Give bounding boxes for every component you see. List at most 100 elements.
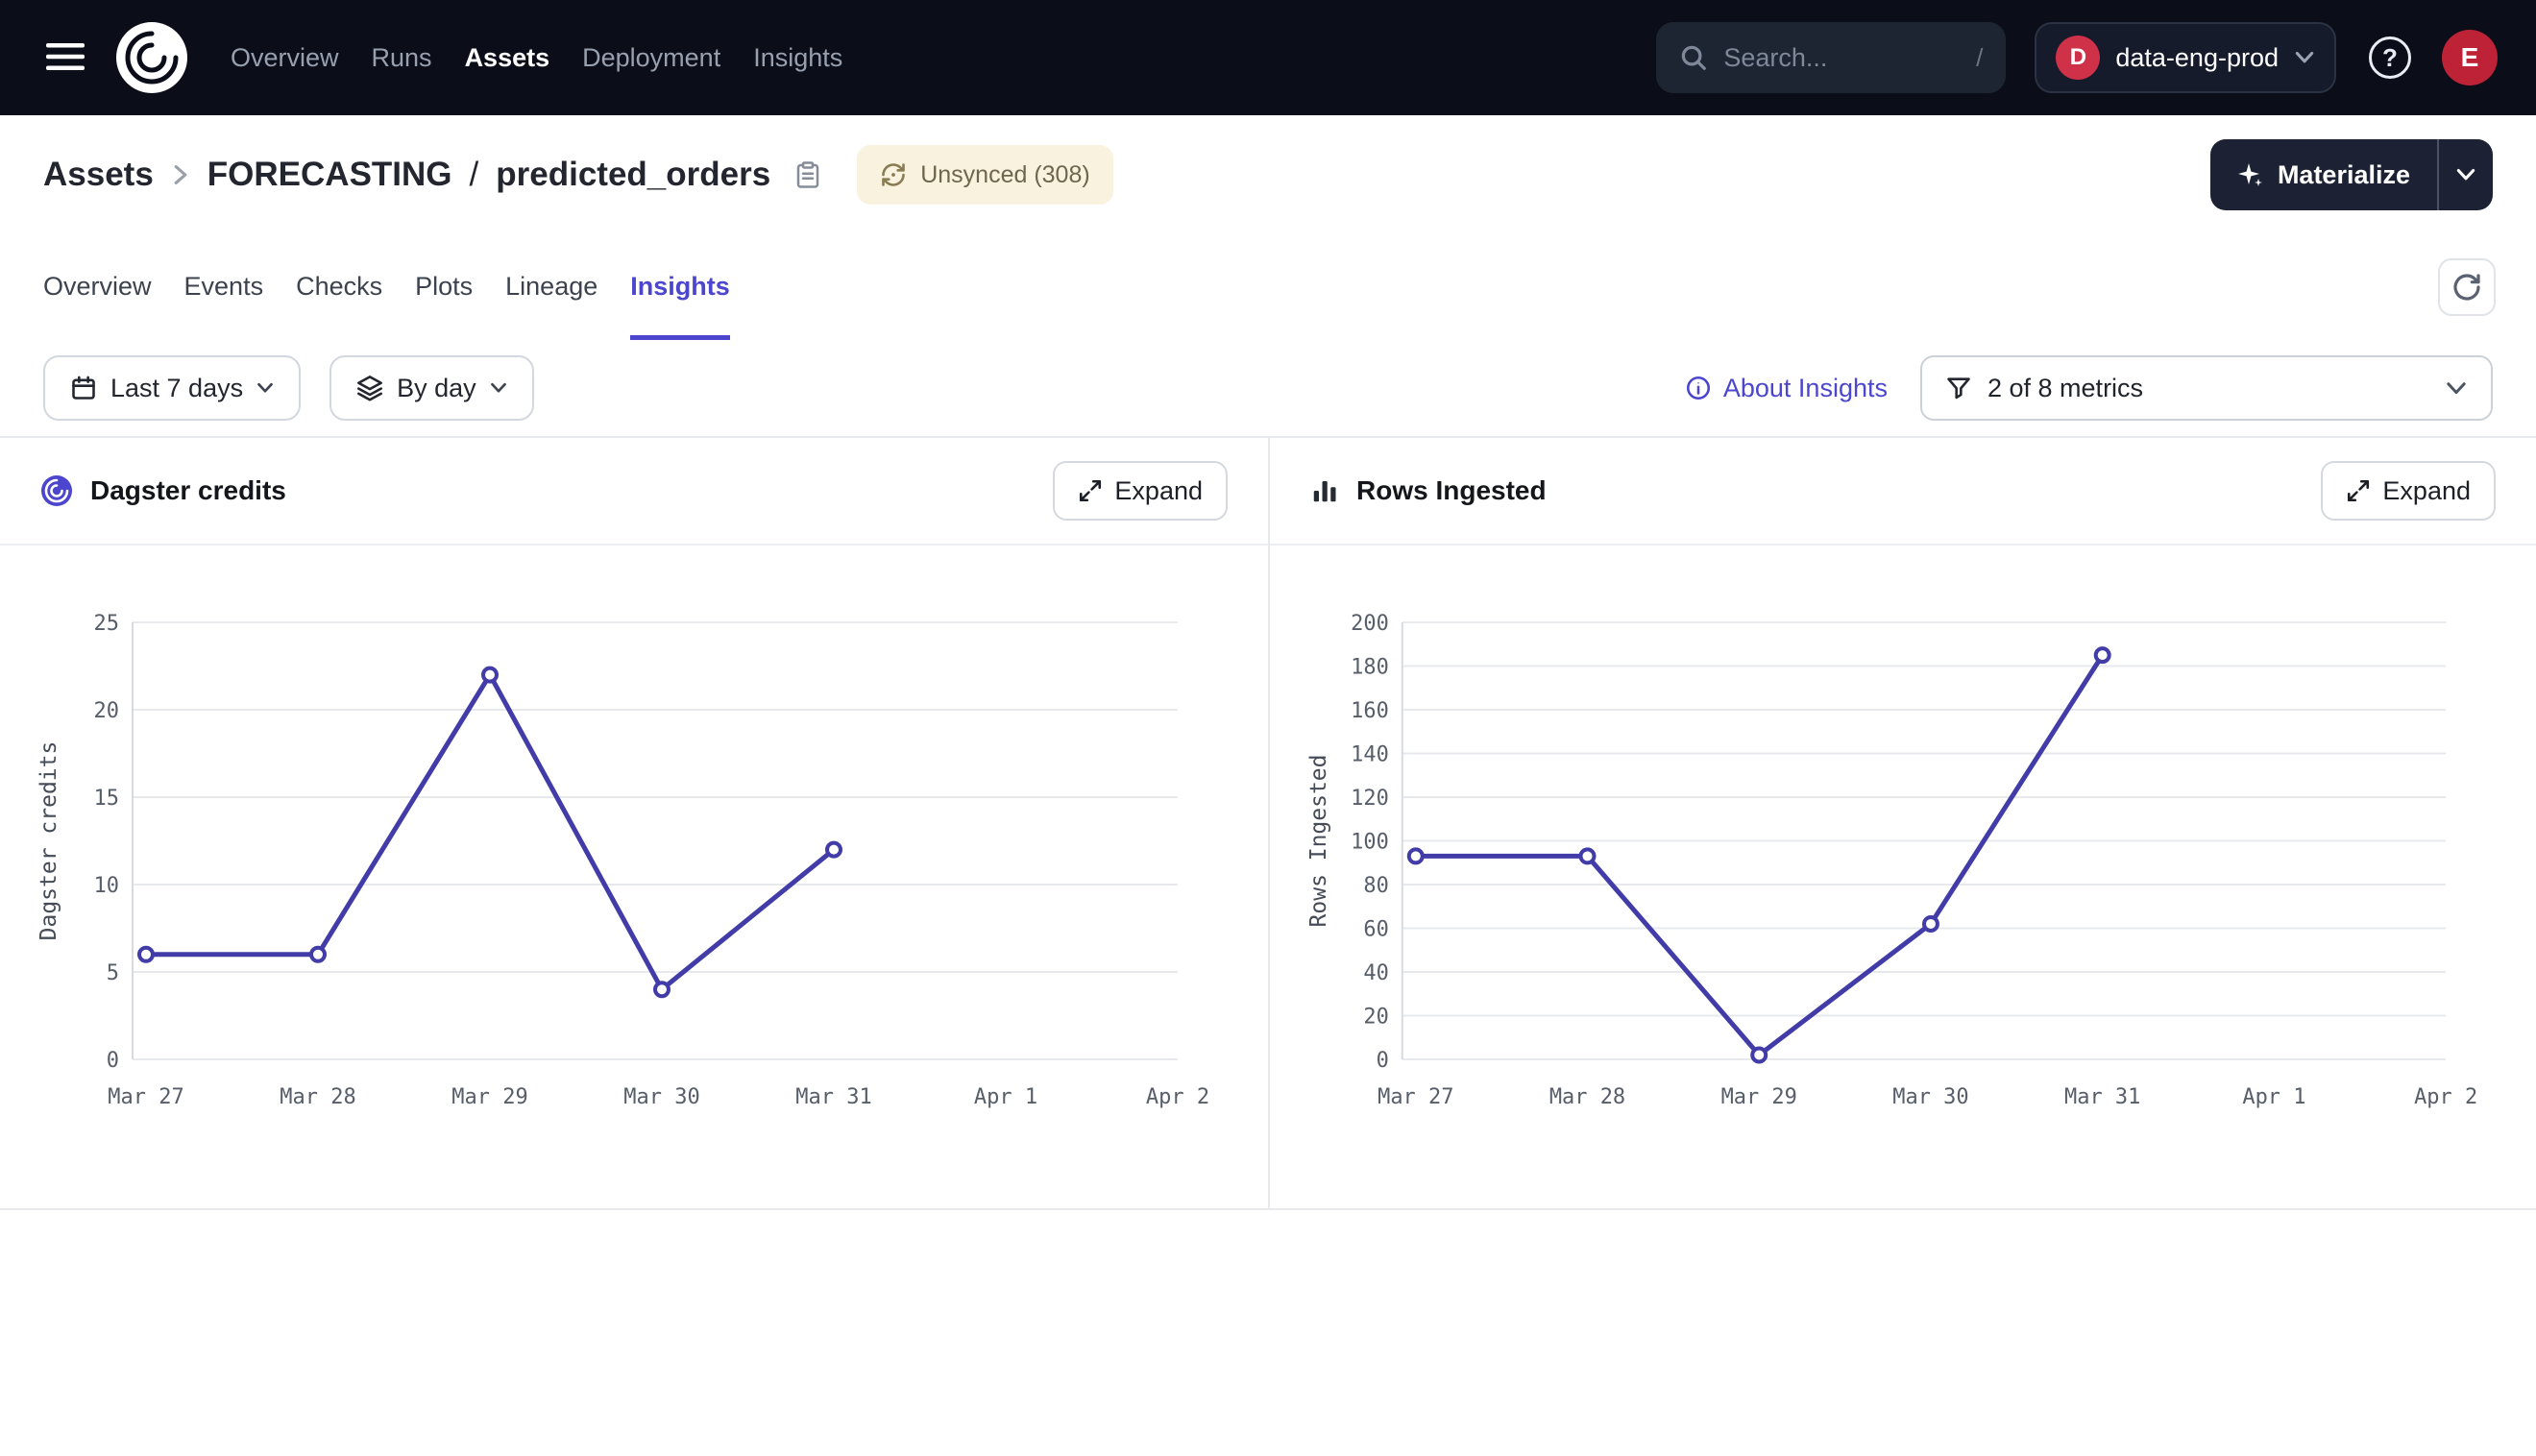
search-box[interactable]: Search... / [1656,22,2006,93]
metrics-selector[interactable]: 2 of 8 metrics [1920,355,2493,421]
about-insights-link[interactable]: About Insights [1685,374,1888,403]
svg-text:Apr 2: Apr 2 [2414,1085,2477,1109]
funnel-icon [1945,375,1972,401]
svg-text:20: 20 [1363,1005,1388,1029]
svg-text:Mar 29: Mar 29 [451,1085,527,1109]
nav-overview[interactable]: Overview [231,43,339,73]
about-insights-label: About Insights [1723,374,1888,403]
help-glyph: ? [2382,43,2398,73]
svg-text:Mar 29: Mar 29 [1721,1085,1797,1109]
svg-text:Dagster credits: Dagster credits [37,741,61,941]
svg-text:100: 100 [1351,830,1389,854]
chart-panel-header: Dagster credits Expand [0,438,1268,546]
chart-title: Dagster credits [90,475,286,506]
expand-button[interactable]: Expand [2321,461,2496,521]
breadcrumb-assets-link[interactable]: Assets [43,156,154,194]
unsynced-badge-label: Unsynced (308) [920,161,1089,189]
svg-text:Apr 1: Apr 1 [2242,1085,2305,1109]
tab-overview[interactable]: Overview [43,234,152,340]
nav-assets[interactable]: Assets [465,43,550,73]
layers-icon [356,375,383,401]
svg-text:80: 80 [1363,874,1388,898]
nav-runs[interactable]: Runs [372,43,432,73]
svg-text:10: 10 [94,874,120,898]
nav-deployment[interactable]: Deployment [582,43,720,73]
deployment-badge: D [2056,36,2100,80]
date-range-filter[interactable]: Last 7 days [43,355,301,421]
svg-text:5: 5 [107,961,119,985]
svg-text:0: 0 [107,1049,119,1073]
help-icon[interactable]: ? [2369,36,2411,79]
expand-icon [1078,478,1103,503]
refresh-icon [2451,272,2482,303]
svg-text:Apr 2: Apr 2 [1146,1085,1209,1109]
chevron-down-icon [256,382,274,394]
chevron-down-icon [2294,51,2315,64]
svg-text:20: 20 [94,699,120,723]
chart-body: 020406080100120140160180200Mar 27Mar 28M… [1270,546,2536,1208]
dagster-logo[interactable] [115,21,188,94]
svg-text:Mar 28: Mar 28 [1549,1085,1625,1109]
breadcrumb-group[interactable]: FORECASTING [207,156,452,194]
svg-text:Mar 28: Mar 28 [280,1085,355,1109]
sparkle-icon [2237,161,2264,188]
svg-text:Mar 30: Mar 30 [623,1085,699,1109]
search-icon [1679,43,1708,72]
menu-button[interactable] [38,34,92,83]
chevron-right-icon [171,163,190,186]
granularity-filter[interactable]: By day [329,355,534,421]
info-icon [1685,375,1712,401]
insights-charts-grid: Dagster credits Expand 0510152025Mar 27M… [0,436,2536,1210]
user-avatar[interactable]: E [2442,30,2498,85]
search-placeholder: Search... [1723,43,1961,73]
primary-nav: Overview Runs Assets Deployment Insights [231,43,842,73]
svg-text:140: 140 [1351,742,1389,766]
svg-text:60: 60 [1363,917,1388,941]
chevron-down-icon [2455,168,2476,182]
svg-text:0: 0 [1377,1049,1389,1073]
tab-lineage[interactable]: Lineage [505,234,597,340]
refresh-button[interactable] [2438,258,2496,316]
expand-label: Expand [2382,476,2471,506]
materialize-button[interactable]: Materialize [2210,139,2437,210]
copy-icon[interactable] [793,160,822,189]
chart-panel-dagster-credits: Dagster credits Expand 0510152025Mar 27M… [0,438,1268,1208]
svg-text:160: 160 [1351,699,1389,723]
dagster-credits-chart[interactable]: 0510152025Mar 27Mar 28Mar 29Mar 30Mar 31… [0,546,1268,1208]
breadcrumb-slash: / [470,156,479,194]
search-shortcut-hint: / [1976,43,1983,73]
dagster-credits-icon [40,474,73,507]
deployment-switcher[interactable]: D data-eng-prod [2035,22,2336,93]
tab-checks[interactable]: Checks [296,234,382,340]
svg-text:Mar 31: Mar 31 [2064,1085,2140,1109]
unsynced-badge[interactable]: Unsynced (308) [857,145,1112,205]
metrics-selector-label: 2 of 8 metrics [1987,374,2143,403]
sync-icon [880,161,907,188]
chart-panel-rows-ingested: Rows Ingested Expand 0 20 40 60 80 100 120 140 1… [1268,438,2536,1208]
top-nav: Overview Runs Assets Deployment Insights… [0,0,2536,115]
rows-ingested-chart[interactable]: 020406080100120140160180200Mar 27Mar 28M… [1270,546,2536,1208]
chevron-down-icon [490,382,507,394]
svg-text:200: 200 [1351,612,1389,636]
materialize-split-button: Materialize [2210,139,2493,210]
nav-insights[interactable]: Insights [753,43,842,73]
expand-icon [2346,478,2371,503]
tab-events[interactable]: Events [184,234,264,340]
svg-text:25: 25 [94,612,120,636]
svg-text:120: 120 [1351,787,1389,811]
asset-name: predicted_orders [496,156,770,194]
materialize-dropdown-button[interactable] [2437,139,2493,210]
tab-insights[interactable]: Insights [630,234,730,340]
chart-body: 0510152025Mar 27Mar 28Mar 29Mar 30Mar 31… [0,546,1268,1208]
svg-text:40: 40 [1363,961,1388,985]
svg-text:Mar 30: Mar 30 [1892,1085,1968,1109]
chart-title: Rows Ingested [1356,475,1547,506]
expand-button[interactable]: Expand [1053,461,1228,521]
expand-label: Expand [1114,476,1203,506]
dagster-logo-icon [115,21,188,94]
svg-text:Mar 27: Mar 27 [1378,1085,1453,1109]
bar-chart-icon [1310,476,1339,505]
dagster-app: Overview Runs Assets Deployment Insights… [0,0,2536,1456]
tab-plots[interactable]: Plots [415,234,473,340]
calendar-icon [70,375,97,401]
